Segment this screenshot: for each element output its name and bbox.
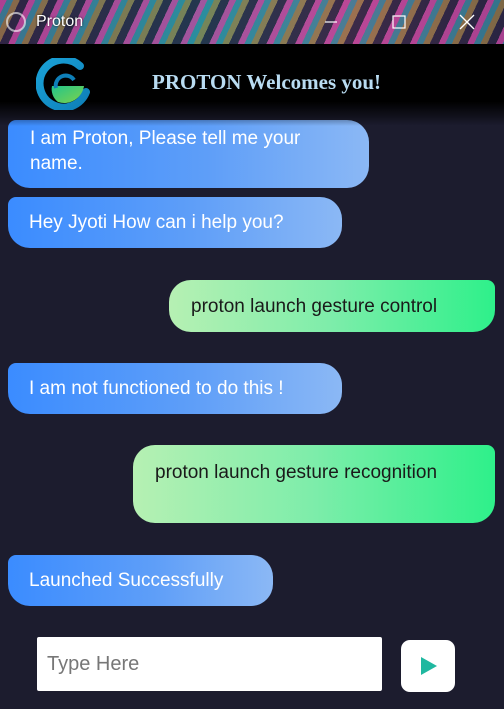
chat-window: Proton PROTON Welcomes you! I am Proton,…: [0, 0, 504, 709]
message-input[interactable]: [37, 637, 382, 691]
minimize-icon: [325, 21, 337, 23]
user-message: proton launch gesture control: [169, 280, 495, 332]
minimize-button[interactable]: [298, 0, 364, 44]
title-bar[interactable]: Proton: [0, 0, 504, 44]
user-message: proton launch gesture recognition: [133, 445, 495, 523]
send-play-icon: [421, 657, 437, 675]
close-button[interactable]: [434, 0, 500, 44]
close-icon: [459, 14, 475, 30]
proton-logo-icon: [36, 58, 90, 110]
app-logo-icon: [6, 12, 26, 32]
maximize-icon: [392, 15, 406, 29]
window-title: Proton: [36, 13, 84, 30]
send-button[interactable]: [401, 640, 455, 692]
bot-message: I am Proton, Please tell me your name.: [8, 120, 369, 188]
maximize-button[interactable]: [366, 0, 432, 44]
bot-message: Hey Jyoti How can i help you?: [8, 197, 342, 248]
bot-message: I am not functioned to do this !: [8, 363, 342, 414]
header-title: PROTON Welcomes you!: [152, 70, 382, 94]
bot-message: Launched Successfully: [8, 555, 273, 606]
chat-header: PROTON Welcomes you!: [0, 44, 504, 126]
